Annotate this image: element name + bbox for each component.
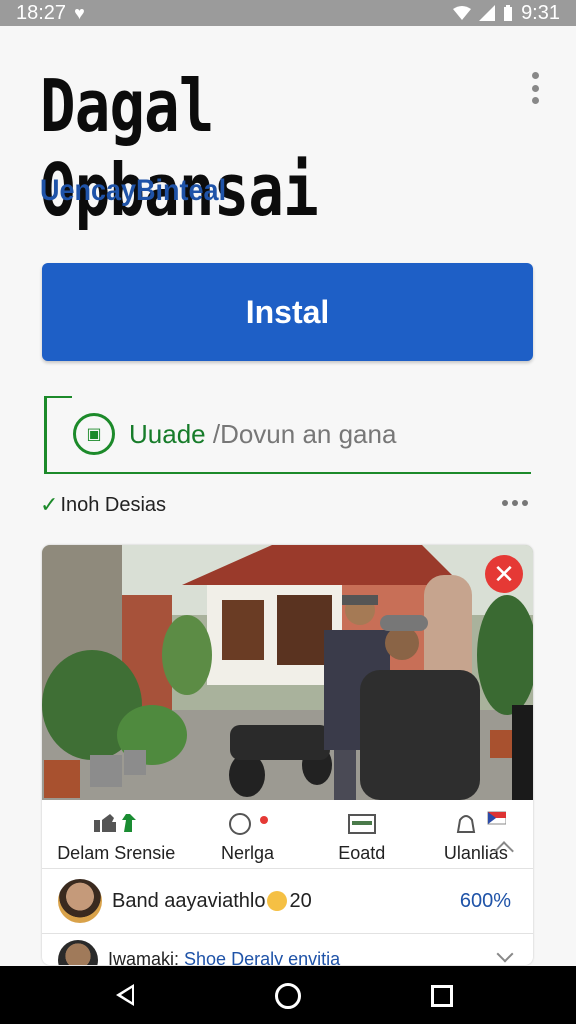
update-row[interactable]: ▣ Uuade /Dovun an gana [44, 396, 531, 474]
update-text: Uuade /Dovun an gana [129, 419, 396, 450]
comment-row-2[interactable]: Iwamaki: Shoe Deraly envitia [42, 934, 533, 965]
battery-icon [504, 5, 513, 21]
info-label: ✓ Inoh Desias [40, 492, 166, 518]
comment-count: 20 [289, 889, 312, 912]
close-icon[interactable]: ✕ [485, 555, 523, 593]
overflow-menu-icon[interactable] [530, 72, 540, 104]
action-card[interactable]: Eoatd [305, 800, 419, 868]
post-photo[interactable] [42, 545, 533, 800]
comment2-link[interactable]: Shoe Deraly envitia [184, 949, 340, 966]
action-share-label: Nerlga [221, 843, 275, 863]
share-icon [228, 813, 268, 835]
chevron-down-icon[interactable] [496, 945, 514, 963]
comment-text-body: Band aayaviathlo [112, 889, 266, 912]
bell-icon [456, 811, 506, 833]
developer-link[interactable]: UencayBinteal [40, 174, 226, 208]
signal-icon [479, 5, 496, 21]
update-label-green: Uuade [129, 418, 206, 449]
action-share[interactable]: Nerlga [190, 800, 304, 868]
more-options-icon[interactable] [502, 500, 528, 506]
home-icon[interactable] [275, 983, 301, 1009]
status-time-right: 9:31 [521, 2, 560, 24]
status-time-left: 18:27 [16, 2, 67, 24]
update-label-rest: /Dovun an gana [205, 418, 397, 449]
status-bar: 18:27 ♥ 9:31 [0, 0, 576, 26]
action-like[interactable]: Delam Srensie [42, 800, 190, 868]
avatar [58, 879, 102, 923]
navigation-bar [0, 966, 576, 1024]
info-label-text: Inoh Desias [60, 493, 167, 516]
wifi-icon [453, 6, 472, 20]
smile-emoji-icon [267, 891, 288, 912]
card-icon [347, 814, 376, 834]
install-button[interactable]: Instal [42, 263, 533, 361]
check-icon: ✓ [40, 492, 59, 517]
post-action-row: Delam Srensie Nerlga Eoatd Ulanlias [42, 800, 533, 869]
comment-text: Band aayaviathlo 20 [112, 890, 312, 913]
action-bell[interactable]: Ulanlias [419, 800, 533, 868]
thumbs-up-glyph [94, 814, 137, 832]
action-like-label: Delam Srensie [57, 843, 176, 863]
post-card: ✕ Delam Srensie Nerlga Eoatd Ulanlias Ba… [42, 545, 533, 965]
comment-percent: 600% [459, 889, 511, 912]
comment2-prefix: Iwamaki: [108, 948, 185, 966]
back-icon[interactable] [116, 984, 134, 1006]
update-icon: ▣ [73, 413, 115, 455]
action-card-label: Eoatd [338, 843, 386, 863]
heart-icon: ♥ [74, 3, 85, 23]
avatar-2 [58, 940, 98, 965]
comment-row[interactable]: Band aayaviathlo 20 600% [42, 869, 533, 934]
recent-apps-icon[interactable] [431, 985, 453, 1007]
comment2-text: Iwamaki: Shoe Deraly envitia [108, 949, 340, 966]
